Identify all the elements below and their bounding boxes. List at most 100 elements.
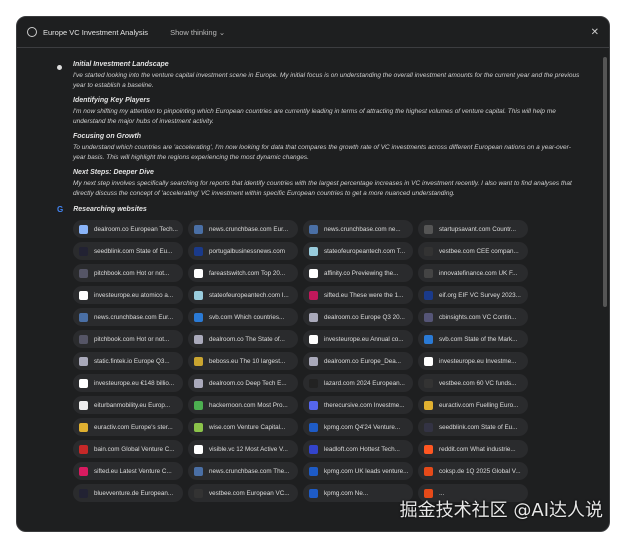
website-chip[interactable]: wise.com Venture Capital... — [188, 418, 298, 436]
website-label: eif.org EIF VC Survey 2023... — [439, 291, 521, 299]
section-text: To understand which countries are 'accel… — [73, 144, 571, 161]
website-chip[interactable]: dealroom.co Deep Tech E... — [188, 374, 298, 392]
close-icon[interactable]: ✕ — [591, 27, 599, 38]
website-label: dealroom.co Europe_Dea... — [324, 357, 402, 365]
website-label: cbinsights.com VC Contin... — [439, 313, 517, 321]
website-chip[interactable]: pitchbook.com Hot or not... — [73, 330, 183, 348]
section-title: Identifying Key Players — [73, 97, 151, 104]
website-chip[interactable]: static.fintek.io Europe Q3... — [73, 352, 183, 370]
website-chip[interactable]: bluevventure.de European... — [73, 484, 183, 502]
website-label: kpmg.com Ne... — [324, 489, 369, 497]
website-label: investeurope.eu atomico a... — [94, 291, 174, 299]
website-chip[interactable]: cbinsights.com VC Contin... — [418, 308, 528, 326]
website-chip[interactable]: news.crunchbase.com Eur... — [73, 308, 183, 326]
favicon-icon — [194, 246, 203, 256]
favicon-icon — [79, 378, 88, 388]
favicon-icon — [309, 246, 318, 256]
website-chip[interactable]: investeurope.eu €148 billio... — [73, 374, 183, 392]
website-label: lazard.com 2024 European... — [324, 379, 405, 387]
website-chip[interactable]: vestbee.com 60 VC funds... — [418, 374, 528, 392]
section-title: Next Steps: Deeper Dive — [73, 169, 154, 176]
website-label: wise.com Venture Capital... — [209, 423, 286, 431]
favicon-icon — [194, 356, 203, 366]
website-chip[interactable]: stateofeuropeantech.com I... — [188, 286, 298, 304]
website-label: news.crunchbase.com Eur... — [209, 225, 289, 233]
website-chip[interactable]: fareastswitch.com Top 20... — [188, 264, 298, 282]
website-chip[interactable]: investeurope.eu Investme... — [418, 352, 528, 370]
thinking-section: Initial Investment Landscape I've started… — [73, 61, 583, 91]
favicon-icon — [194, 378, 203, 388]
website-chip[interactable]: sifted.eu Latest Venture C... — [73, 462, 183, 480]
website-chip[interactable]: lazard.com 2024 European... — [303, 374, 413, 392]
website-chip[interactable]: innovatefinance.com UK F... — [418, 264, 528, 282]
website-chip[interactable]: kpmg.com Q4'24 Venture... — [303, 418, 413, 436]
website-chip[interactable]: pitchbook.com Hot or not... — [73, 264, 183, 282]
website-chip[interactable]: eiturbanmobility.eu Europ... — [73, 396, 183, 414]
website-label: static.fintek.io Europe Q3... — [94, 357, 170, 365]
website-chip[interactable]: kpmg.com UK leads venture... — [303, 462, 413, 480]
website-chip[interactable]: eif.org EIF VC Survey 2023... — [418, 286, 528, 304]
favicon-icon — [309, 444, 318, 454]
website-chip[interactable]: therecursive.com Investme... — [303, 396, 413, 414]
website-grid: dealroom.co European Tech... news.crunchb… — [73, 220, 599, 502]
website-label: investeurope.eu Annual co... — [324, 335, 404, 343]
website-chip[interactable]: dealroom.co Europe Q3 20... — [303, 308, 413, 326]
website-label: news.crunchbase.com The... — [209, 467, 290, 475]
show-thinking-toggle[interactable]: Show thinking ⌄ — [170, 28, 225, 37]
website-chip[interactable]: investeurope.eu atomico a... — [73, 286, 183, 304]
website-chip[interactable]: svb.com Which countries... — [188, 308, 298, 326]
section-text: I've started looking into the venture ca… — [73, 72, 580, 89]
website-chip[interactable]: sifted.eu These were the 1... — [303, 286, 413, 304]
favicon-icon — [424, 466, 433, 476]
website-chip[interactable]: vestbee.com European VC... — [188, 484, 298, 502]
website-chip[interactable]: portugalbusinessnews.com — [188, 242, 298, 260]
website-label: bluevventure.de European... — [94, 489, 174, 497]
website-label: vestbee.com European VC... — [209, 489, 290, 497]
website-chip[interactable]: kpmg.com Ne... — [303, 484, 413, 502]
website-chip[interactable]: affinity.co Previewing the... — [303, 264, 413, 282]
website-chip[interactable]: dealroom.co The State of... — [188, 330, 298, 348]
favicon-icon — [194, 488, 203, 498]
favicon-icon — [194, 422, 203, 432]
website-chip[interactable]: news.crunchbase.com ne... — [303, 220, 413, 238]
website-chip[interactable]: beboss.eu The 10 largest... — [188, 352, 298, 370]
website-chip[interactable]: stateofeuropeantech.com T... — [303, 242, 413, 260]
website-chip[interactable]: reddit.com What industrie... — [418, 440, 528, 458]
website-chip[interactable]: seedblink.com State of Eu... — [418, 418, 528, 436]
website-chip[interactable]: hackernoon.com Most Pro... — [188, 396, 298, 414]
website-chip[interactable]: bain.com Global Venture C... — [73, 440, 183, 458]
website-label: innovatefinance.com UK F... — [439, 269, 518, 277]
favicon-icon — [424, 422, 433, 432]
favicon-icon — [79, 422, 88, 432]
website-chip[interactable]: leadloft.com Hottest Tech... — [303, 440, 413, 458]
website-label: dealroom.co The State of... — [209, 335, 285, 343]
website-chip[interactable]: euractiv.com Fuelling Euro... — [418, 396, 528, 414]
website-chip[interactable]: svb.com State of the Mark... — [418, 330, 528, 348]
website-label: news.crunchbase.com Eur... — [94, 313, 174, 321]
website-chip[interactable]: visible.vc 12 Most Active V... — [188, 440, 298, 458]
section-title: Focusing on Growth — [73, 133, 142, 140]
website-chip[interactable]: vestbee.com CEE compan... — [418, 242, 528, 260]
website-chip[interactable]: news.crunchbase.com The... — [188, 462, 298, 480]
scrollbar[interactable] — [603, 57, 607, 307]
website-chip[interactable]: dealroom.co European Tech... — [73, 220, 183, 238]
favicon-icon — [424, 400, 433, 410]
section-text: My next step involves specifically searc… — [73, 180, 572, 197]
website-label: dealroom.co Deep Tech E... — [209, 379, 287, 387]
chevron-down-icon: ⌄ — [218, 27, 226, 37]
website-chip[interactable]: investeurope.eu Annual co... — [303, 330, 413, 348]
website-chip[interactable]: coksp.de 1Q 2025 Global V... — [418, 462, 528, 480]
website-chip[interactable]: euractiv.com Europe's ster... — [73, 418, 183, 436]
website-label: seedblink.com State of Eu... — [94, 247, 173, 255]
website-chip[interactable]: news.crunchbase.com Eur... — [188, 220, 298, 238]
website-label: reddit.com What industrie... — [439, 445, 516, 453]
website-label: sifted.eu Latest Venture C... — [94, 467, 172, 475]
website-chip[interactable]: startupsavant.com Countr... — [418, 220, 528, 238]
website-label: affinity.co Previewing the... — [324, 269, 399, 277]
website-label: pitchbook.com Hot or not... — [94, 269, 170, 277]
website-chip[interactable]: dealroom.co Europe_Dea... — [303, 352, 413, 370]
website-label: dealroom.co Europe Q3 20... — [324, 313, 405, 321]
website-chip[interactable]: seedblink.com State of Eu... — [73, 242, 183, 260]
website-label: pitchbook.com Hot or not... — [94, 335, 170, 343]
favicon-icon — [424, 334, 433, 344]
